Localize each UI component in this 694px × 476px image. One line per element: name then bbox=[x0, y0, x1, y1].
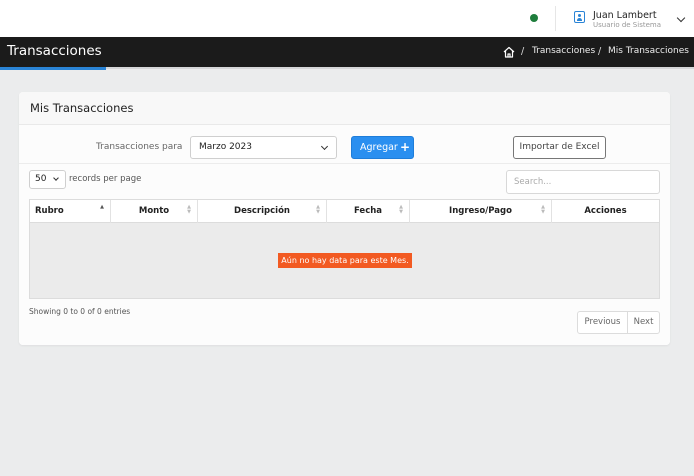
month-select[interactable]: Marzo 2023 bbox=[190, 136, 337, 159]
breadcrumb-separator: / bbox=[598, 46, 602, 57]
pagination: Previous Next bbox=[577, 311, 660, 334]
title-underline bbox=[106, 67, 694, 69]
previous-page-button[interactable]: Previous bbox=[578, 312, 628, 333]
user-menu-chevron-icon[interactable] bbox=[676, 13, 686, 23]
records-per-page-value: 50 bbox=[35, 174, 47, 184]
column-label: Acciones bbox=[584, 206, 627, 216]
home-icon[interactable] bbox=[503, 46, 515, 58]
column-header-monto[interactable]: Monto ▲ ▼ bbox=[111, 200, 198, 223]
import-excel-button[interactable]: Importar de Excel bbox=[513, 136, 606, 159]
card-title: Mis Transacciones bbox=[30, 101, 134, 115]
column-header-descripcion[interactable]: Descripción ▲ ▼ bbox=[198, 200, 327, 223]
sort-icon: ▲ ▼ bbox=[316, 204, 320, 215]
page-title: Transacciones bbox=[7, 43, 102, 59]
plus-icon: + bbox=[400, 140, 411, 154]
breadcrumb-transacciones[interactable]: Transacciones bbox=[532, 46, 595, 56]
column-header-fecha[interactable]: Fecha ▲ ▼ bbox=[327, 200, 410, 223]
card-header: Mis Transacciones bbox=[19, 92, 670, 125]
breadcrumb-separator: / bbox=[521, 46, 525, 57]
column-label: Fecha bbox=[353, 206, 383, 216]
user-name[interactable]: Juan Lambert bbox=[593, 10, 657, 21]
previous-label: Previous bbox=[584, 317, 621, 327]
next-page-button[interactable]: Next bbox=[628, 312, 659, 333]
top-bar: Juan Lambert Usuario de Sistema bbox=[0, 0, 694, 37]
column-header-rubro[interactable]: Rubro ▲ bbox=[30, 200, 111, 223]
records-per-page-select[interactable]: 50 bbox=[29, 170, 66, 189]
sort-icon: ▲ ▼ bbox=[399, 204, 403, 215]
column-label: Monto bbox=[138, 206, 170, 216]
sort-icon: ▲ ▼ bbox=[541, 204, 545, 215]
transactions-table: Rubro ▲ Monto ▲ ▼ Descripción ▲ ▼ Fecha ▲ ▼… bbox=[29, 199, 660, 299]
title-accent-bar bbox=[0, 67, 106, 70]
next-label: Next bbox=[633, 317, 654, 327]
column-label: Rubro bbox=[35, 206, 64, 216]
sort-icon: ▲ ▼ bbox=[187, 204, 191, 215]
column-label: Ingreso/Pago bbox=[449, 206, 512, 216]
month-filter-label: Transacciones para bbox=[96, 142, 183, 152]
table-search-input[interactable] bbox=[506, 170, 660, 194]
online-status-indicator bbox=[530, 14, 538, 22]
empty-table-message: Aún no hay data para este Mes. bbox=[278, 253, 412, 268]
table-header: Rubro ▲ Monto ▲ ▼ Descripción ▲ ▼ Fecha ▲ ▼… bbox=[30, 200, 659, 223]
user-badge-icon bbox=[574, 11, 585, 23]
add-button-label: Agregar bbox=[360, 142, 398, 153]
user-role: Usuario de Sistema bbox=[593, 21, 661, 29]
header-divider bbox=[555, 6, 556, 31]
filter-divider bbox=[19, 163, 670, 164]
add-transaction-button[interactable]: Agregar + bbox=[351, 136, 414, 159]
month-select-value: Marzo 2023 bbox=[199, 142, 252, 152]
records-per-page-label: records per page bbox=[69, 174, 142, 184]
chevron-down-icon bbox=[320, 142, 329, 151]
column-label: Descripción bbox=[234, 206, 290, 216]
column-header-acciones: Acciones bbox=[552, 200, 659, 223]
column-header-ingreso-pago[interactable]: Ingreso/Pago ▲ ▼ bbox=[410, 200, 552, 223]
chevron-down-icon bbox=[53, 175, 59, 181]
sort-asc-icon: ▲ bbox=[100, 204, 104, 210]
import-button-label: Importar de Excel bbox=[519, 142, 600, 152]
breadcrumb-current: Mis Transacciones bbox=[608, 46, 689, 56]
table-info: Showing 0 to 0 of 0 entries bbox=[29, 307, 131, 316]
